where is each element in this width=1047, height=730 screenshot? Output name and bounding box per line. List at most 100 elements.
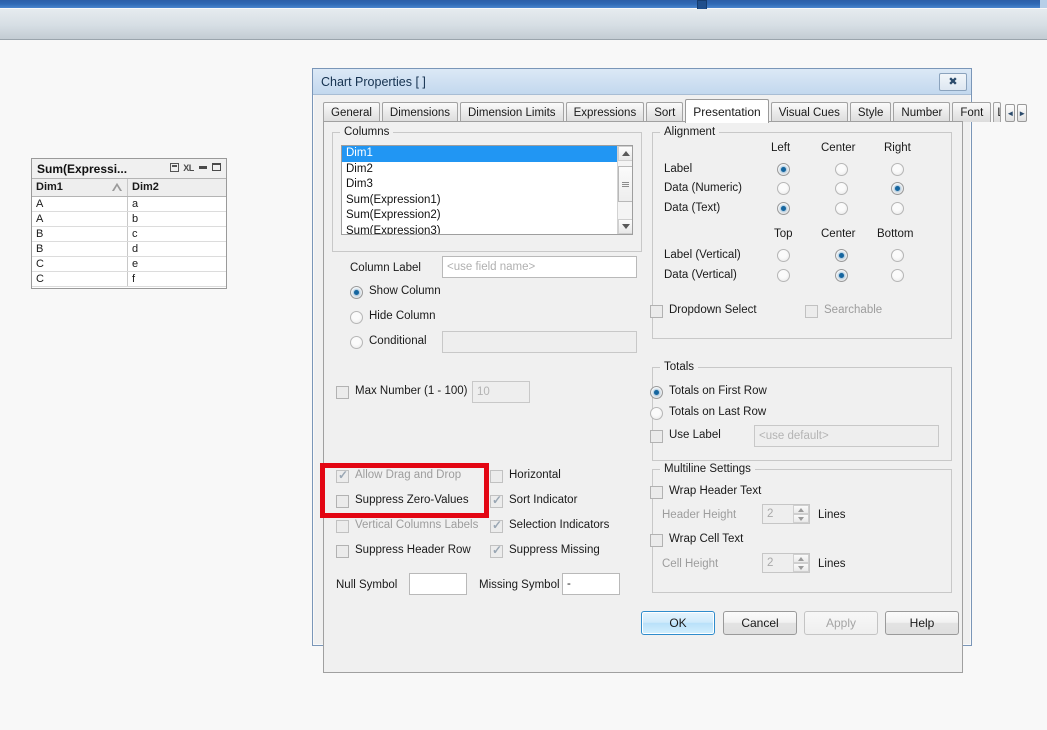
tab-number[interactable]: Number: [893, 102, 951, 122]
background-table-header-dim2[interactable]: Dim2: [128, 179, 226, 196]
help-button[interactable]: Help: [885, 611, 959, 635]
tab-layout[interactable]: La: [993, 102, 1002, 122]
horizontal-checkbox[interactable]: [490, 470, 503, 483]
use-label-checkbox[interactable]: [650, 430, 663, 443]
background-table-titlebar: Sum(Expressi... XL: [32, 159, 226, 179]
cancel-button[interactable]: Cancel: [723, 611, 797, 635]
searchable-checkbox[interactable]: [805, 305, 818, 318]
label-align-center-radio[interactable]: [835, 163, 848, 176]
spin-down-icon[interactable]: [793, 563, 809, 572]
alignment-header-left: Left: [771, 142, 791, 154]
data-text-align-right-radio[interactable]: [891, 202, 904, 215]
totals-last-row-radio[interactable]: [650, 407, 663, 420]
scroll-down-icon[interactable]: [618, 219, 632, 234]
conditional-radio[interactable]: [350, 336, 363, 349]
header-height-spin-buttons[interactable]: [793, 505, 809, 523]
copy-icon[interactable]: [168, 162, 181, 175]
dropdown-select-checkbox[interactable]: [650, 305, 663, 318]
tab-scroll-right-icon[interactable]: ►: [1017, 104, 1028, 122]
tab-style[interactable]: Style: [849, 102, 892, 122]
tab-font[interactable]: Font: [952, 102, 992, 122]
wrap-cell-text-label: Wrap Cell Text: [669, 533, 744, 545]
table-row[interactable]: B d: [32, 242, 226, 257]
list-item[interactable]: Sum(Expression1): [342, 193, 632, 209]
data-text-align-left-radio[interactable]: [777, 202, 790, 215]
list-item[interactable]: Dim1: [342, 146, 632, 162]
sort-indicator-checkbox[interactable]: [490, 493, 503, 508]
tab-expressions[interactable]: Expressions: [565, 102, 645, 122]
desktop-background: Sum(Expressi... XL Dim1 Dim2 A a A b B c: [0, 0, 1047, 730]
tab-dimension-limits[interactable]: Dimension Limits: [460, 102, 564, 122]
totals-first-row-radio[interactable]: [650, 386, 663, 399]
minimize-icon[interactable]: [196, 164, 209, 174]
ok-button[interactable]: OK: [641, 611, 715, 635]
dialog-titlebar[interactable]: Chart Properties [ ] ✖: [313, 69, 971, 95]
list-item[interactable]: Dim3: [342, 177, 632, 193]
data-text-align-center-radio[interactable]: [835, 202, 848, 215]
scrollbar-thumb[interactable]: [618, 166, 632, 202]
table-row[interactable]: B c: [32, 227, 226, 242]
top-scrollbar-track[interactable]: [0, 0, 1047, 11]
apply-button[interactable]: Apply: [804, 611, 878, 635]
chart-properties-dialog[interactable]: Chart Properties [ ] ✖ General Dimension…: [312, 68, 1028, 673]
cell-height-label: Cell Height: [662, 558, 719, 570]
missing-symbol-input[interactable]: -: [562, 573, 620, 595]
tab-sort[interactable]: Sort: [646, 102, 684, 122]
show-column-radio[interactable]: [350, 286, 363, 299]
column-label-input[interactable]: <use field name>: [442, 256, 637, 278]
suppress-header-row-label: Suppress Header Row: [355, 544, 471, 556]
totals-label-input[interactable]: <use default>: [754, 425, 939, 447]
data-numeric-align-right-radio[interactable]: [891, 182, 904, 195]
hide-column-radio[interactable]: [350, 311, 363, 324]
list-item[interactable]: Sum(Expression3): [342, 224, 632, 235]
tab-presentation[interactable]: Presentation: [685, 99, 769, 123]
spin-down-icon[interactable]: [793, 514, 809, 523]
label-valign-top-radio[interactable]: [777, 249, 790, 262]
selection-indicators-checkbox[interactable]: [490, 518, 503, 533]
table-row[interactable]: A b: [32, 212, 226, 227]
data-valign-top-radio[interactable]: [777, 269, 790, 282]
max-number-checkbox[interactable]: [336, 386, 349, 399]
label-valign-center-radio[interactable]: [835, 249, 848, 262]
suppress-header-row-checkbox[interactable]: [336, 545, 349, 558]
suppress-missing-checkbox[interactable]: [490, 543, 503, 558]
spin-up-icon[interactable]: [793, 505, 809, 514]
tab-general[interactable]: General: [323, 102, 380, 122]
background-table-header-dim1[interactable]: Dim1: [32, 179, 128, 196]
tab-dimensions[interactable]: Dimensions: [381, 102, 458, 122]
data-numeric-align-center-radio[interactable]: [835, 182, 848, 195]
tab-scroll-left-icon[interactable]: ◄: [1005, 104, 1016, 122]
vertical-columns-labels-checkbox[interactable]: [336, 520, 349, 533]
columns-list-scrollbar[interactable]: [617, 146, 632, 234]
table-row[interactable]: C f: [32, 272, 226, 287]
header-height-stepper[interactable]: 2: [762, 504, 810, 524]
data-valign-center-radio[interactable]: [835, 269, 848, 282]
max-number-label: Max Number (1 - 100): [355, 385, 468, 397]
background-table-object[interactable]: Sum(Expressi... XL Dim1 Dim2 A a A b B c: [31, 158, 227, 289]
dialog-tabstrip[interactable]: General Dimensions Dimension Limits Expr…: [323, 99, 1028, 123]
label-align-left-radio[interactable]: [777, 163, 790, 176]
label-align-right-radio[interactable]: [891, 163, 904, 176]
list-item[interactable]: Dim2: [342, 162, 632, 178]
cell-height-spin-buttons[interactable]: [793, 554, 809, 572]
conditional-input[interactable]: [442, 331, 637, 353]
data-valign-bottom-radio[interactable]: [891, 269, 904, 282]
table-row[interactable]: A a: [32, 197, 226, 212]
table-row[interactable]: C e: [32, 257, 226, 272]
max-number-input[interactable]: 10: [472, 381, 530, 403]
spin-up-icon[interactable]: [793, 554, 809, 563]
cell-height-stepper[interactable]: 2: [762, 553, 810, 573]
scroll-up-icon[interactable]: [618, 146, 632, 161]
null-symbol-input[interactable]: [409, 573, 467, 595]
wrap-header-text-checkbox[interactable]: [650, 486, 663, 499]
maximize-icon[interactable]: [210, 163, 223, 174]
data-numeric-align-left-radio[interactable]: [777, 182, 790, 195]
excel-export-icon[interactable]: XL: [182, 164, 195, 173]
horizontal-label: Horizontal: [509, 469, 561, 481]
close-icon[interactable]: ✖: [939, 72, 967, 91]
tab-visual-cues[interactable]: Visual Cues: [770, 102, 848, 122]
label-valign-bottom-radio[interactable]: [891, 249, 904, 262]
columns-listbox[interactable]: Dim1 Dim2 Dim3 Sum(Expression1) Sum(Expr…: [341, 145, 633, 235]
list-item[interactable]: Sum(Expression2): [342, 208, 632, 224]
wrap-cell-text-checkbox[interactable]: [650, 534, 663, 547]
